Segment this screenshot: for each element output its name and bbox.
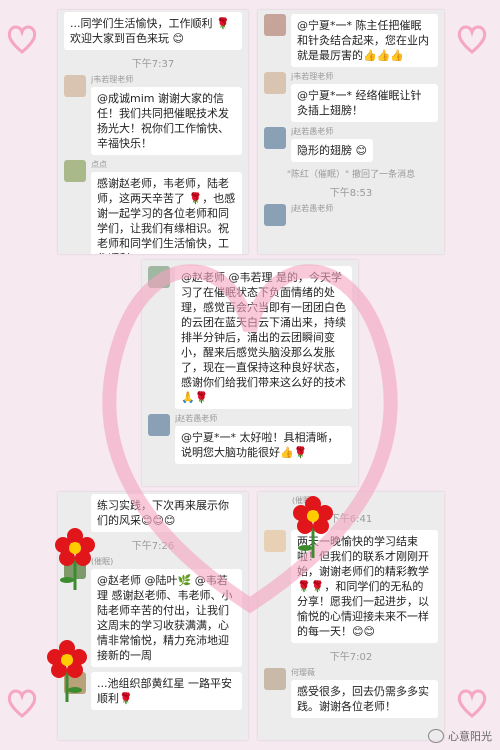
heart-decoration-icon xyxy=(457,25,487,54)
message-bubble: ...池组织部黄红星 一路平安顺利🌹 xyxy=(91,672,242,710)
timestamp: 下午7:37 xyxy=(131,59,175,70)
recall-notice: "陈红（催眠）" 撤回了一条消息 xyxy=(286,170,416,180)
watermark-text: 心意阳光 xyxy=(448,730,492,743)
timestamp: 下午7:02 xyxy=(329,652,373,663)
heart-decoration-icon xyxy=(457,689,487,718)
timestamp: 下午8:53 xyxy=(329,188,373,199)
message-bubble: @宁夏*一* 经络催眠让针灸插上翅膀！ xyxy=(291,84,438,122)
red-flower-icon xyxy=(293,496,333,558)
sender-name: j赵若愚老师 xyxy=(291,127,334,136)
sender-name: 何璎薇 xyxy=(291,668,315,677)
message-bubble: ...同学们生活愉快，工作顺利 🌹 欢迎大家到百色来玩 😊 xyxy=(64,12,242,50)
sender-name: j韦若理老师 xyxy=(91,75,134,84)
chat-panel-center: @赵老师 @韦若理 是的，今天学习了在催眠状态下负面情绪的处理，感觉百会穴当即有… xyxy=(142,260,358,486)
message-bubble: @赵老师 @陆叶🌿 @韦若理 感谢赵老师、韦老师、小陆老师辛苦的付出，让我们这周… xyxy=(91,569,242,667)
avatar[interactable] xyxy=(64,75,86,97)
avatar[interactable] xyxy=(264,204,286,226)
avatar[interactable] xyxy=(264,668,286,690)
red-flower-icon xyxy=(55,528,95,590)
sender-name: (催眠) xyxy=(91,557,114,566)
message-bubble: 隐形的翅膀 😊 xyxy=(291,139,373,162)
message-bubble: @宁夏*一* 太好啦！具相清晰，说明您大脑功能很好👍🌹 xyxy=(175,426,352,464)
chat-panel-top-right: @宁夏*一* 陈主任把催眠和针灸结合起来，您在业内就是最厉害的👍👍👍 j韦若理老… xyxy=(258,10,444,254)
heart-decoration-icon xyxy=(7,689,37,718)
avatar[interactable] xyxy=(148,266,170,288)
sender-name: 点点 xyxy=(91,160,107,169)
message-bubble: 感谢赵老师，韦老师，陆老师，这两天辛苦了 🌹，也感谢一起学习的各位老师和同学们，… xyxy=(91,172,242,254)
timestamp: 下午6:41 xyxy=(329,514,373,525)
sender-name: j赵若愚老师 xyxy=(291,204,334,213)
avatar[interactable] xyxy=(264,530,286,552)
sender-name: j赵若愚老师 xyxy=(175,414,218,423)
red-flower-icon xyxy=(47,640,87,702)
message-bubble: 练习实践，下次再来展示你们的风采😊😊😊 xyxy=(91,494,242,532)
avatar[interactable] xyxy=(264,127,286,149)
avatar[interactable] xyxy=(264,14,286,36)
wechat-logo-icon xyxy=(428,729,444,743)
chat-panel-top-left: ...同学们生活愉快，工作顺利 🌹 欢迎大家到百色来玩 😊 下午7:37 j韦若… xyxy=(58,10,248,254)
message-bubble: 感受很多，回去仍需多多实践。谢谢各位老师！ xyxy=(291,680,438,718)
sender-name: j韦若理老师 xyxy=(291,72,334,81)
message-bubble: @宁夏*一* 陈主任把催眠和针灸结合起来，您在业内就是最厉害的👍👍👍 xyxy=(291,14,438,67)
message-bubble: @赵老师 @韦若理 是的，今天学习了在催眠状态下负面情绪的处理，感觉百会穴当即有… xyxy=(175,266,352,409)
heart-decoration-icon xyxy=(7,25,37,54)
avatar[interactable] xyxy=(64,160,86,182)
avatar[interactable] xyxy=(148,414,170,436)
message-bubble: @成诚mim 谢谢大家的信任！我们共同把催眠技术发扬光大！祝你们工作愉快、辛福快… xyxy=(91,87,242,155)
avatar[interactable] xyxy=(264,72,286,94)
watermark: 心意阳光 xyxy=(428,728,492,744)
chat-panel-bottom-right: (催眠) 下午6:41 两天一晚愉快的学习结束啦！但我们的联系才刚刚开始，谢谢老… xyxy=(258,492,444,740)
